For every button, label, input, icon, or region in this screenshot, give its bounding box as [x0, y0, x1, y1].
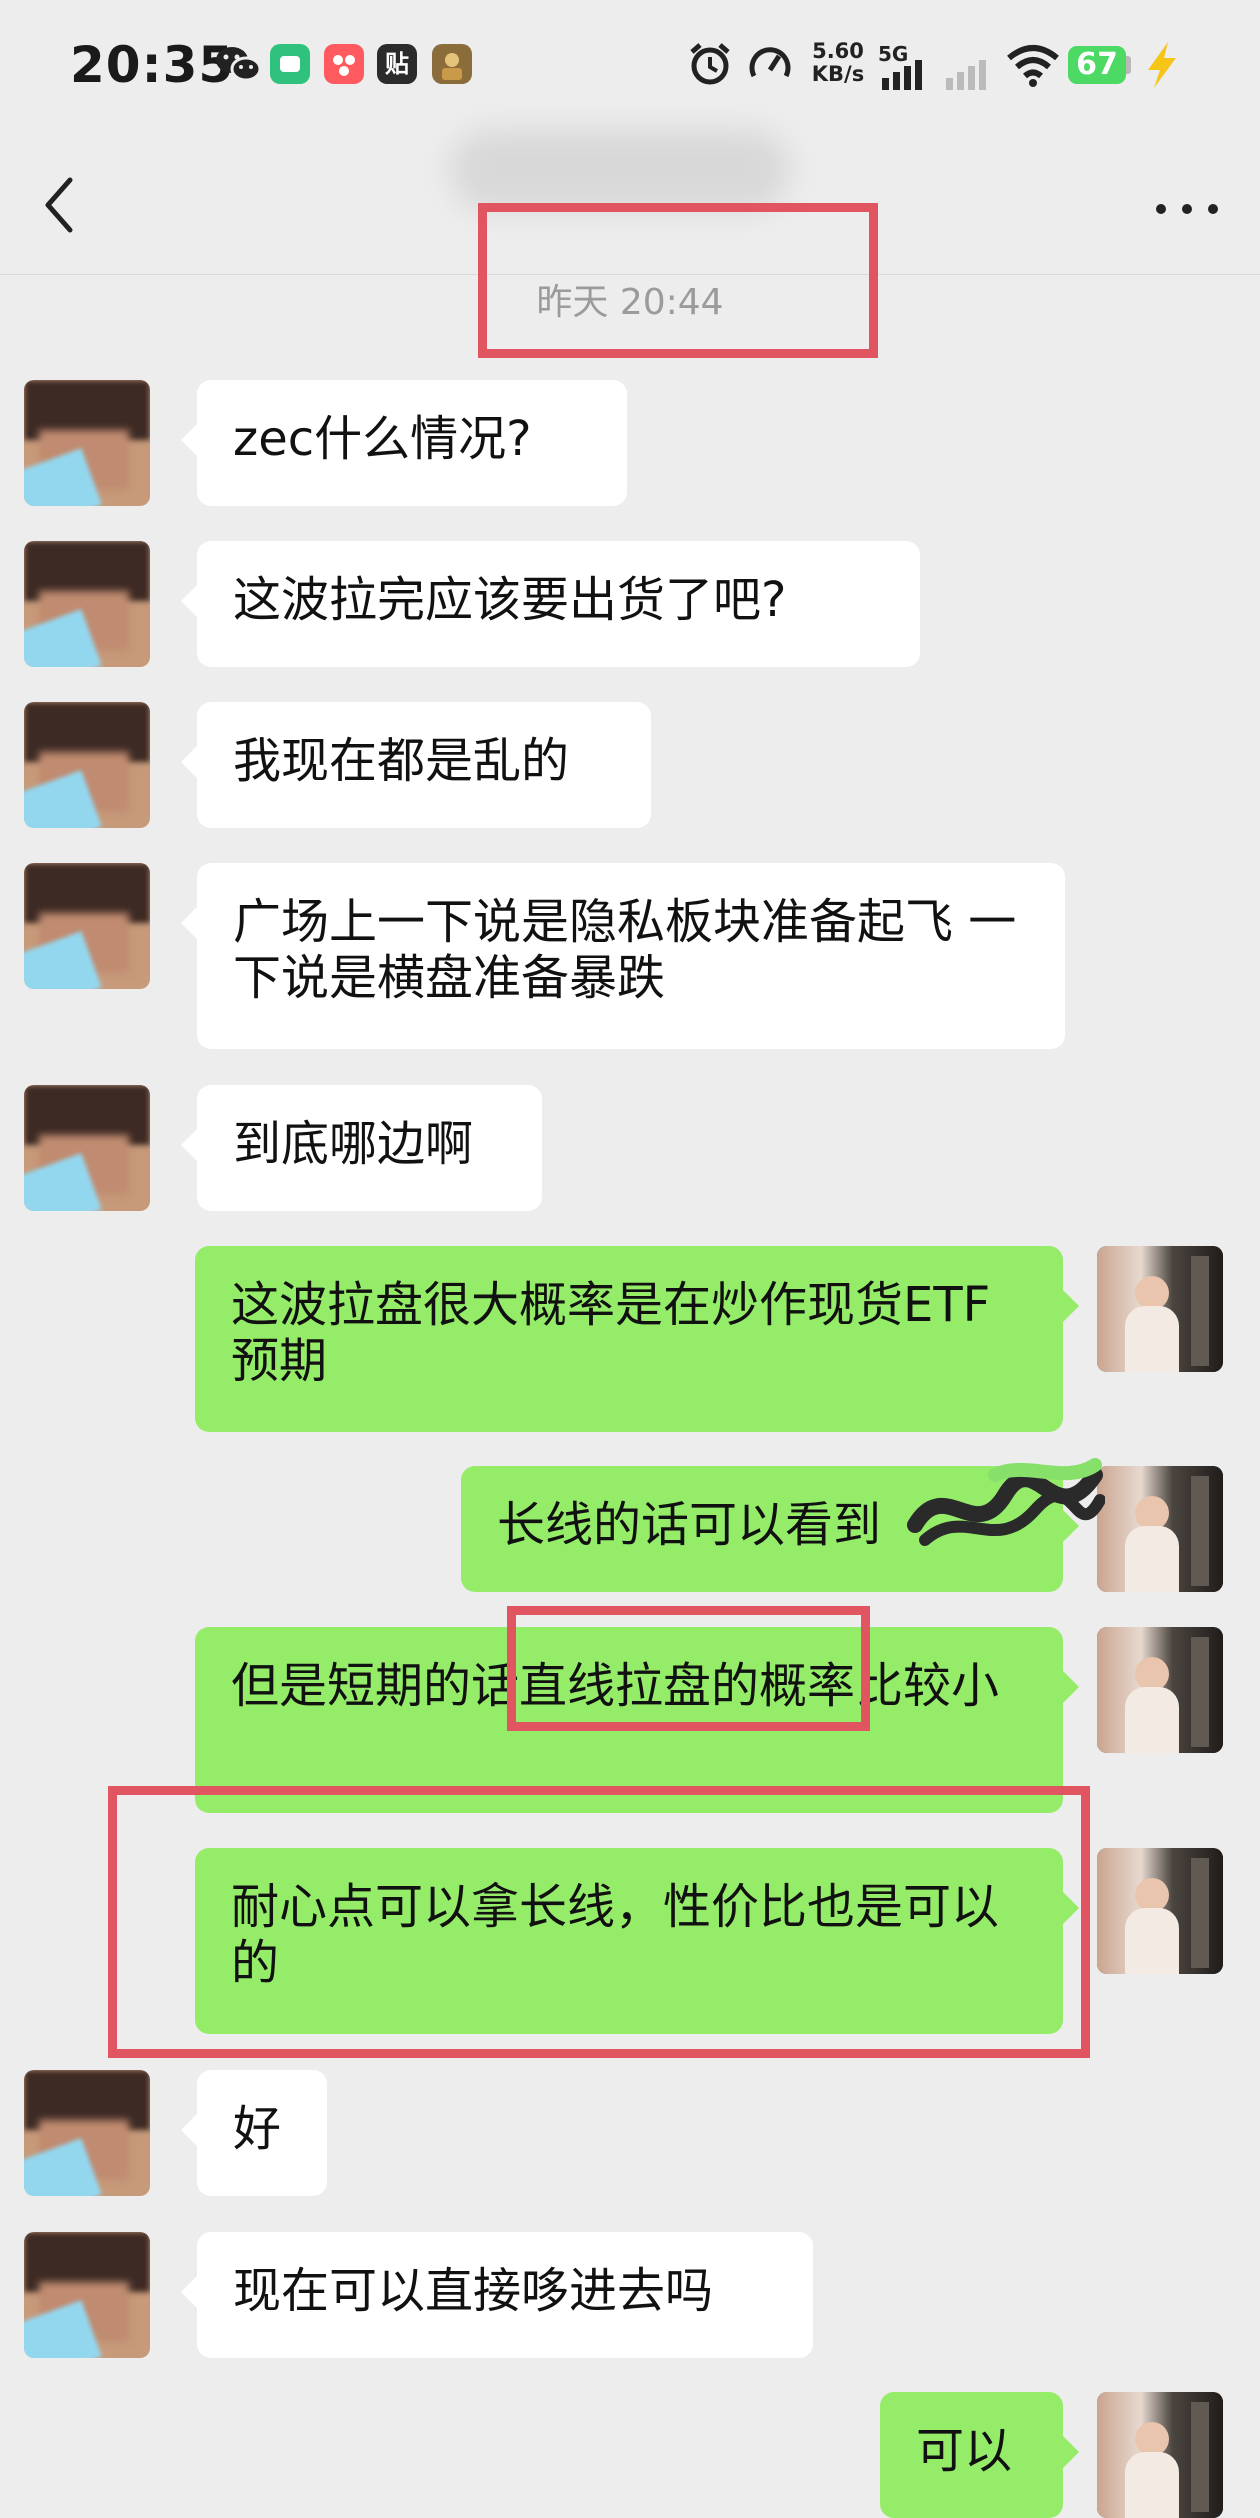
signal-strength-icon: [882, 60, 922, 90]
message-bubble[interactable]: zec什么情况?: [181, 380, 627, 506]
contact-avatar[interactable]: [24, 863, 150, 989]
self-avatar[interactable]: [1097, 1466, 1223, 1592]
more-dot-icon: [1156, 204, 1166, 214]
redaction-scribble: [907, 1458, 1105, 1546]
more-dot-icon: [1182, 204, 1192, 214]
signal-strength-2-icon: [946, 60, 986, 90]
highlight-box-phrase: [507, 1606, 870, 1731]
charging-bolt-icon: [1148, 42, 1176, 88]
message-bubble[interactable]: 现在可以直接哆进去吗: [181, 2232, 813, 2358]
contact-avatar[interactable]: [24, 541, 150, 667]
contact-avatar[interactable]: [24, 2070, 150, 2196]
message-bubble[interactable]: 到底哪边啊: [181, 1085, 542, 1211]
message-bubble[interactable]: 广场上一下说是隐私板块准备起飞 一下说是横盘准备暴跌: [181, 863, 1065, 1049]
more-dot-icon: [1208, 204, 1218, 214]
highlight-box-timestamp: [478, 203, 878, 358]
camera-app-icon: [324, 44, 364, 84]
pubg-app-icon: [432, 44, 472, 84]
tieba-app-icon: 贴: [377, 44, 417, 84]
more-options-button[interactable]: [1152, 190, 1222, 230]
chevron-left-icon: [45, 177, 73, 233]
message-bubble[interactable]: 我现在都是乱的: [181, 702, 651, 828]
self-avatar[interactable]: [1097, 1246, 1223, 1372]
contact-avatar[interactable]: [24, 2232, 150, 2358]
contact-avatar[interactable]: [24, 380, 150, 506]
alarm-icon: [690, 43, 730, 85]
message-bubble[interactable]: 可以: [880, 2392, 1079, 2518]
message-bubble[interactable]: 这波拉完应该要出货了吧?: [181, 541, 920, 667]
self-avatar[interactable]: [1097, 1627, 1223, 1753]
status-bar: 20:35 贴 5.60 KB/s 5G 67: [0, 0, 1260, 130]
wechat-icon: [216, 47, 262, 82]
contact-avatar[interactable]: [24, 1085, 150, 1211]
contact-name-blurred: [450, 130, 790, 210]
battery-indicator: 67: [1068, 46, 1126, 84]
message-bubble[interactable]: 好: [181, 2070, 327, 2196]
net-speed-unit: KB/s: [811, 62, 865, 86]
status-time: 20:35: [70, 36, 235, 94]
wifi-icon: [1007, 45, 1059, 87]
net-speed: 5.60 KB/s: [808, 40, 868, 86]
contact-avatar[interactable]: [24, 702, 150, 828]
self-avatar[interactable]: [1097, 2392, 1223, 2518]
highlight-box-message: [108, 1786, 1090, 2058]
battery-cap: [1126, 56, 1131, 74]
game-app-icon: [270, 44, 310, 84]
message-bubble[interactable]: 这波拉盘很大概率是在炒作现货ETF预期: [195, 1246, 1079, 1432]
back-button[interactable]: [30, 170, 90, 240]
self-avatar[interactable]: [1097, 1848, 1223, 1974]
speedometer-icon: [749, 47, 791, 78]
net-speed-value: 5.60: [812, 39, 864, 63]
